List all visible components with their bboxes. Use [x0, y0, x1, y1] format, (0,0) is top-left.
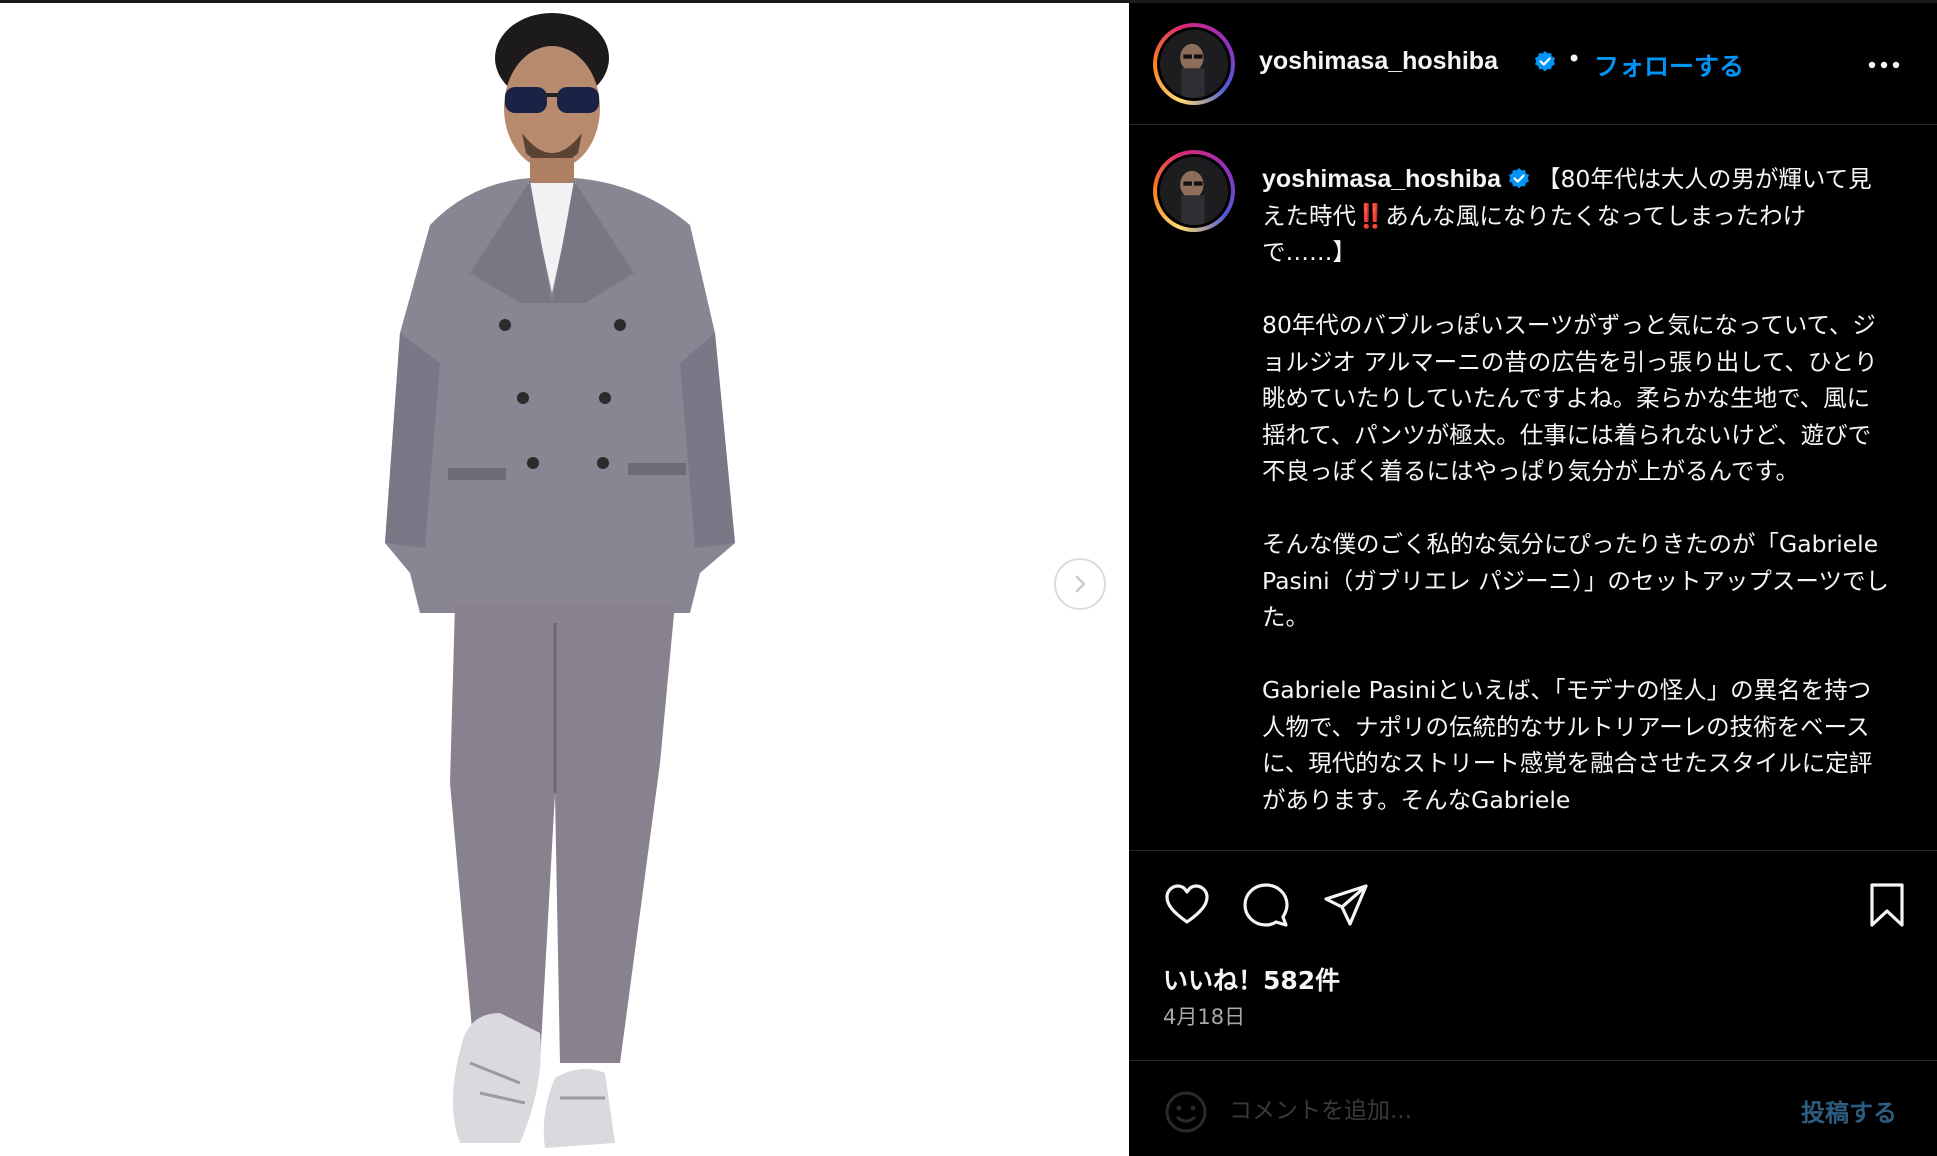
- more-horizontal-icon[interactable]: [1864, 53, 1904, 77]
- caption-paragraph-1: 80年代のバブルっぽいスーツがずっと気になっていて、ジョルジオ アルマーニの昔の…: [1262, 311, 1878, 485]
- double-exclamation-emoji: ‼️: [1356, 201, 1386, 230]
- caption-area: yoshimasa_hoshiba 【80年代は大人の男が輝いて見えた時代‼️あん…: [1129, 125, 1937, 850]
- verified-badge-icon: [1508, 168, 1529, 189]
- caption-paragraph-3: Gabriele Pasiniといえば、「モデナの怪人」の異名を持つ人物で、ナポ…: [1262, 676, 1873, 814]
- heart-icon[interactable]: [1163, 881, 1211, 929]
- caption-author-avatar[interactable]: [1153, 150, 1235, 232]
- author-username[interactable]: yoshimasa_hoshiba: [1259, 47, 1498, 76]
- post-header: yoshimasa_hoshiba • フォローする: [1129, 3, 1937, 125]
- post-media[interactable]: [0, 3, 1129, 1156]
- verified-badge-icon: [1535, 51, 1555, 72]
- share-icon[interactable]: [1322, 881, 1370, 929]
- post-comment-button[interactable]: 投稿する: [1801, 1093, 1897, 1128]
- caption-text: yoshimasa_hoshiba 【80年代は大人の男が輝いて見えた時代‼️あん…: [1262, 161, 1892, 818]
- post-actions: いいね！582件 4月18日: [1129, 850, 1937, 1060]
- author-avatar[interactable]: [1153, 23, 1235, 105]
- next-photo-button[interactable]: [1054, 558, 1106, 610]
- post-sidebar: yoshimasa_hoshiba • フォローする yoshimasa_hos…: [1129, 3, 1937, 1156]
- avatar-photo: [1160, 30, 1228, 98]
- emoji-icon[interactable]: [1163, 1089, 1209, 1135]
- post-photo: [0, 3, 1129, 1156]
- likes-count[interactable]: いいね！582件: [1163, 961, 1340, 997]
- chevron-right-icon: [1075, 575, 1086, 593]
- caption-username[interactable]: yoshimasa_hoshiba: [1262, 165, 1501, 193]
- comment-input[interactable]: [1229, 1091, 1749, 1131]
- comment-icon[interactable]: [1242, 881, 1290, 929]
- header-separator: •: [1567, 45, 1582, 73]
- comment-bar: 投稿する: [1129, 1060, 1937, 1156]
- follow-button[interactable]: フォローする: [1594, 47, 1744, 83]
- caption-paragraph-2: そんな僕のごく私的な気分にぴったりきたのが「Gabriele Pasini（ガブ…: [1262, 530, 1889, 631]
- avatar-photo: [1160, 157, 1228, 225]
- bookmark-icon[interactable]: [1863, 881, 1911, 929]
- post-date[interactable]: 4月18日: [1163, 1001, 1245, 1031]
